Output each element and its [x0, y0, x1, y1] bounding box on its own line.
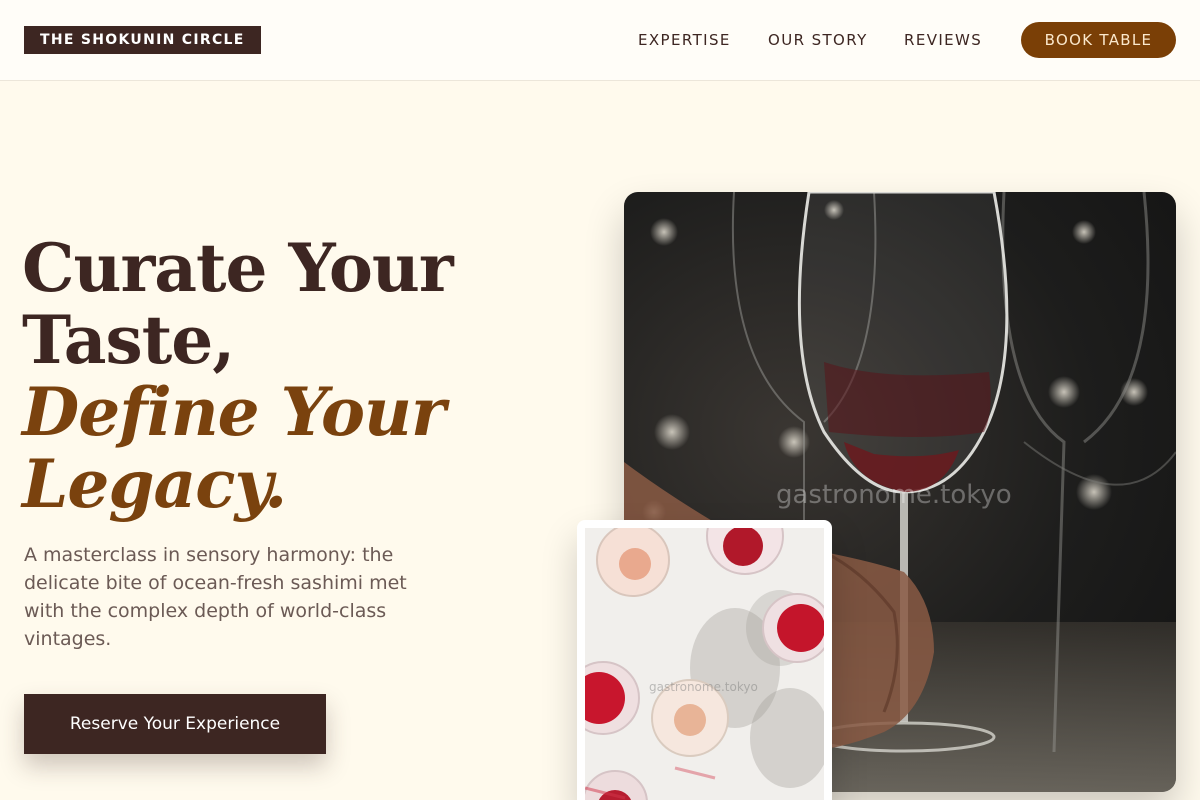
- hero-headline: Curate Your Taste, Define Your Legacy.: [22, 232, 542, 520]
- topdown-glasses-illustration: [585, 528, 824, 800]
- nav-reviews[interactable]: REVIEWS: [904, 31, 982, 49]
- headline-line-1: Curate Your: [22, 229, 454, 307]
- main-photo-watermark: gastronome.tokyo: [776, 480, 1012, 510]
- wine-glasses-topdown-photo: gastronome.tokyo: [585, 528, 824, 800]
- headline-accent-line-2: Legacy.: [22, 445, 287, 523]
- brand-logo[interactable]: THE SHOKUNIN CIRCLE: [24, 26, 261, 54]
- nav-our-story[interactable]: OUR STORY: [768, 31, 868, 49]
- reserve-experience-button[interactable]: Reserve Your Experience: [24, 694, 326, 754]
- book-table-button[interactable]: BOOK TABLE: [1021, 22, 1176, 58]
- nav-expertise[interactable]: EXPERTISE: [638, 31, 731, 49]
- site-header: THE SHOKUNIN CIRCLE EXPERTISE OUR STORY …: [0, 0, 1200, 81]
- hero-subtext: A masterclass in sensory harmony: the de…: [24, 544, 407, 650]
- headline-line-2: Taste,: [22, 301, 235, 379]
- inset-photo-watermark: gastronome.tokyo: [649, 680, 758, 694]
- inset-photo-card: gastronome.tokyo: [577, 520, 832, 800]
- headline-accent-line-1: Define Your: [22, 373, 446, 451]
